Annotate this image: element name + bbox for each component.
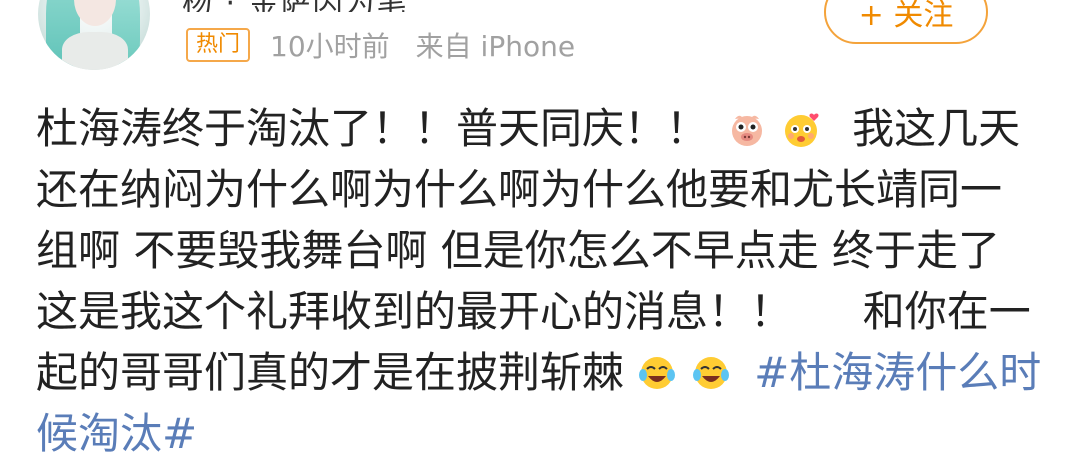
hot-badge: 热门 (186, 28, 251, 62)
laugh-cry-emoji-icon (692, 357, 729, 389)
follow-button[interactable]: + 关注 (824, 0, 988, 44)
post-text: 杜海涛终于淘汰了！！普天同庆！！ 我这几天 还在纳闷为什么啊为什么啊为什么他要和… (36, 98, 1066, 458)
hearts-face-emoji-icon (784, 113, 819, 147)
post-line-2: 还在纳闷为什么啊为什么啊为什么他要和尤长靖同一 (36, 165, 1003, 214)
post-time: 10小时前 (270, 30, 390, 63)
post-line-1b-text: 我这几天 (852, 104, 1021, 153)
post-line-3: 组啊 不要毁我舞台啊 但是你怎么不早点走 终于走了 (36, 226, 1001, 275)
post-line-4-text: 这是我这个礼拜收到的最开心的消息！！ (36, 287, 793, 336)
laugh-cry-emoji-icon (639, 357, 676, 389)
post-line-4b-text: 和你在一 (862, 287, 1031, 336)
pig-face-emoji-icon (732, 115, 763, 146)
post-source: 来自 iPhone (415, 30, 576, 63)
username[interactable]: 杨 · 金萨因为笔 (182, 0, 409, 12)
post-line-5-text: 起的哥哥们真的才是在披荆斩棘 (36, 348, 625, 397)
username-cutoff[interactable]: 杨 · 金萨因为笔 (182, 0, 542, 12)
avatar-body (62, 32, 128, 70)
post-line-6: 候淘汰# (36, 403, 1066, 458)
post-line-1-text: 杜海涛终于淘汰了！！普天同庆！！ (36, 104, 709, 153)
topic-hashtag-part1[interactable]: #杜海涛什么时 (754, 348, 1041, 397)
post-line-1: 杜海涛终于淘汰了！！普天同庆！！ 我这几天 (36, 98, 1066, 159)
weibo-post-card: 杨 · 金萨因为笔 + 关注 热门 10小时前 来自 iPhone 杜海涛终于淘… (0, 0, 1080, 458)
user-avatar[interactable] (38, 0, 150, 70)
avatar-face (74, 0, 116, 26)
post-meta: 热门 10小时前 来自 iPhone (186, 26, 575, 64)
post-line-4: 这是我这个礼拜收到的最开心的消息！！ 和你在一 (36, 281, 1066, 342)
post-line-5: 起的哥哥们真的才是在披荆斩棘 #杜海涛什么时 (36, 342, 1066, 403)
topic-hashtag-part2[interactable]: 候淘汰# (36, 409, 197, 458)
